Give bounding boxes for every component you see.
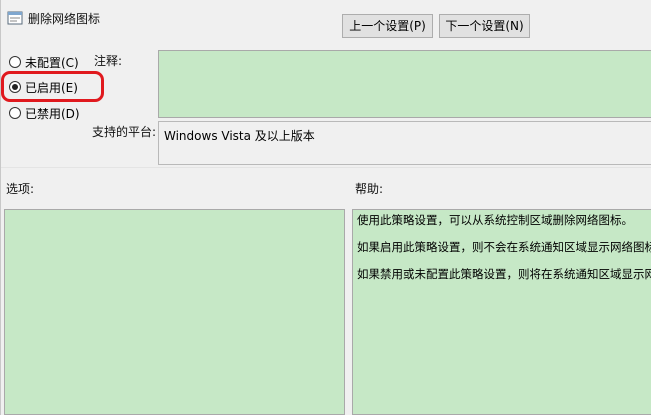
radio-button-selected[interactable] — [9, 81, 21, 93]
help-pane[interactable]: 使用此策略设置，可以从系统控制区域删除网络图标。 如果启用此策略设置，则不会在系… — [352, 209, 651, 415]
platform-label: 支持的平台: — [92, 125, 157, 139]
previous-setting-button[interactable]: 上一个设置(P) — [342, 14, 433, 38]
help-label: 帮助: — [355, 182, 384, 196]
radio-label: 已禁用(D) — [25, 106, 80, 121]
options-pane[interactable] — [4, 209, 345, 415]
platform-value: Windows Vista 及以上版本 — [158, 121, 651, 165]
help-text-line: 使用此策略设置，可以从系统控制区域删除网络图标。 — [357, 213, 633, 227]
help-text-line: 如果禁用或未配置此策略设置，则将在系统通知区域显示网络图标。 — [357, 267, 651, 281]
dialog-title: 删除网络图标 — [28, 12, 101, 26]
policy-dialog: 删除网络图标 上一个设置(P) 下一个设置(N) 未配置(C) 已启用(E) 已… — [0, 0, 651, 415]
radio-enabled[interactable]: 已启用(E) — [9, 78, 78, 96]
radio-label: 已启用(E) — [25, 80, 78, 95]
next-setting-button[interactable]: 下一个设置(N) — [439, 14, 530, 38]
radio-label: 未配置(C) — [25, 55, 79, 70]
help-text-line: 如果启用此策略设置，则不会在系统通知区域显示网络图标。 — [357, 240, 651, 254]
radio-disabled[interactable]: 已禁用(D) — [9, 104, 80, 122]
policy-setting-icon — [7, 11, 23, 25]
comment-label: 注释: — [94, 54, 123, 68]
radio-not-configured[interactable]: 未配置(C) — [9, 53, 79, 71]
comment-textarea[interactable] — [158, 50, 651, 118]
radio-button[interactable] — [9, 56, 21, 68]
options-label: 选项: — [6, 182, 35, 196]
section-divider — [1, 167, 651, 168]
radio-button[interactable] — [9, 107, 21, 119]
